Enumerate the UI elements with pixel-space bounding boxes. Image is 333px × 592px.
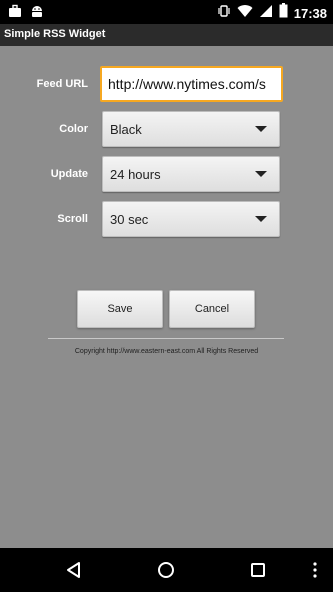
vibrate-icon: [217, 4, 231, 23]
title-bar: Simple RSS Widget: [0, 24, 333, 46]
color-label: Color: [59, 123, 88, 135]
signal-icon: [259, 4, 273, 23]
update-row: Update 24 hours: [0, 156, 333, 192]
feed-url-row: Feed URL http://www.nytimes.com/s: [0, 66, 333, 102]
cancel-button[interactable]: Cancel: [169, 290, 255, 328]
scroll-dropdown[interactable]: 30 sec: [102, 201, 280, 237]
update-selected-value: 24 hours: [110, 167, 161, 182]
divider: [48, 338, 284, 339]
color-row: Color Black: [0, 111, 333, 147]
briefcase-icon: [8, 4, 22, 23]
clock-time: 17:38: [293, 5, 327, 21]
home-icon[interactable]: [153, 558, 179, 582]
status-bar: 17:38: [0, 0, 333, 24]
feed-url-input[interactable]: http://www.nytimes.com/s: [100, 66, 283, 102]
color-dropdown[interactable]: Black: [102, 111, 280, 147]
scroll-selected-value: 30 sec: [110, 212, 149, 227]
dropdown-arrow-icon: [255, 216, 267, 222]
navigation-bar: [0, 548, 333, 592]
scroll-row: Scroll 30 sec: [0, 201, 333, 237]
wifi-icon: [237, 4, 253, 23]
settings-form: Feed URL http://www.nytimes.com/s Color …: [0, 46, 333, 548]
more-icon[interactable]: [302, 558, 328, 582]
android-icon: [30, 4, 44, 23]
scroll-label: Scroll: [57, 213, 88, 225]
back-icon[interactable]: [61, 558, 87, 582]
dropdown-arrow-icon: [255, 126, 267, 132]
update-dropdown[interactable]: 24 hours: [102, 156, 280, 192]
color-selected-value: Black: [110, 122, 142, 137]
copyright-text: Copyright http://www.eastern-east.com Al…: [74, 348, 259, 355]
update-label: Update: [50, 168, 88, 180]
recents-icon[interactable]: [245, 558, 271, 582]
save-button[interactable]: Save: [77, 290, 163, 328]
battery-icon: [279, 3, 288, 23]
dropdown-arrow-icon: [255, 171, 267, 177]
feed-url-label: Feed URL: [36, 78, 88, 90]
app-title: Simple RSS Widget: [4, 28, 106, 40]
